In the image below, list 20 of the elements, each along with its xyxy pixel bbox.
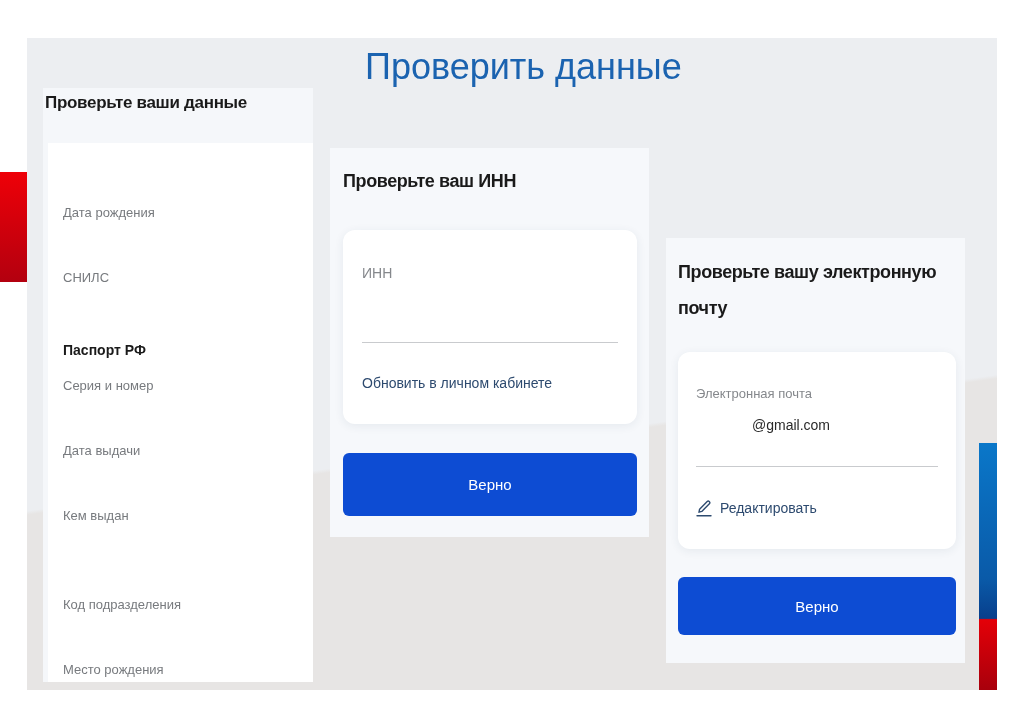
field-label: Кем выдан bbox=[63, 508, 129, 524]
field-label: Дата рождения bbox=[63, 205, 155, 221]
update-link[interactable]: Обновить в личном кабинете bbox=[362, 374, 553, 392]
field-label: Код подразделения bbox=[63, 597, 181, 613]
email-field[interactable]: @gmail.com bbox=[696, 402, 938, 467]
edit-link[interactable]: Редактировать bbox=[696, 499, 817, 517]
panel-title: Проверьте вашу электронную почту bbox=[678, 261, 938, 320]
panel-title: Проверьте ваш ИНН bbox=[343, 170, 517, 193]
field-label: Электронная почта bbox=[696, 386, 812, 402]
confirm-button[interactable]: Верно bbox=[678, 577, 956, 635]
confirm-button[interactable]: Верно bbox=[343, 453, 637, 516]
field-label: СНИЛС bbox=[63, 270, 110, 286]
field-label: ИНН bbox=[362, 264, 393, 282]
field-label: Серия и номер bbox=[63, 378, 154, 394]
field-label: Дата выдачи bbox=[63, 443, 141, 459]
slide-title: Проверить данные bbox=[365, 46, 682, 88]
field-label: Место рождения bbox=[63, 662, 164, 678]
pencil-icon bbox=[696, 499, 712, 517]
section-heading: Паспорт РФ bbox=[63, 342, 146, 358]
panel-title: Проверьте ваши данные bbox=[45, 92, 247, 114]
